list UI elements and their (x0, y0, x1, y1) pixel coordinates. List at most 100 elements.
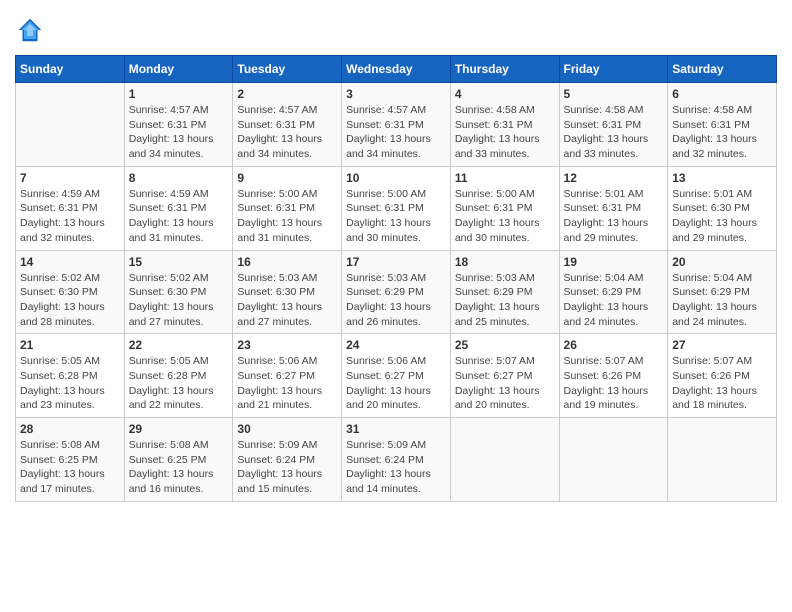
day-number: 30 (237, 422, 337, 436)
day-info: Sunrise: 5:01 AM Sunset: 6:31 PM Dayligh… (564, 187, 664, 246)
calendar-cell: 18 Sunrise: 5:03 AM Sunset: 6:29 PM Dayli… (450, 250, 559, 334)
day-number: 5 (564, 87, 664, 101)
day-info: Sunrise: 5:00 AM Sunset: 6:31 PM Dayligh… (237, 187, 337, 246)
calendar-cell: 12 Sunrise: 5:01 AM Sunset: 6:31 PM Dayli… (559, 166, 668, 250)
day-number: 14 (20, 255, 120, 269)
calendar-cell: 9 Sunrise: 5:00 AM Sunset: 6:31 PM Daylig… (233, 166, 342, 250)
calendar-cell (450, 418, 559, 502)
day-number: 25 (455, 338, 555, 352)
day-info: Sunrise: 4:57 AM Sunset: 6:31 PM Dayligh… (346, 103, 446, 162)
day-info: Sunrise: 5:09 AM Sunset: 6:24 PM Dayligh… (237, 438, 337, 497)
page-header (15, 15, 777, 45)
day-info: Sunrise: 5:07 AM Sunset: 6:27 PM Dayligh… (455, 354, 555, 413)
calendar-cell: 6Sunrise: 4:58 AM Sunset: 6:31 PM Daylig… (668, 83, 777, 167)
day-number: 18 (455, 255, 555, 269)
day-info: Sunrise: 4:57 AM Sunset: 6:31 PM Dayligh… (237, 103, 337, 162)
day-number: 2 (237, 87, 337, 101)
calendar-header: SundayMondayTuesdayWednesdayThursdayFrid… (16, 56, 777, 83)
header-sunday: Sunday (16, 56, 125, 83)
day-info: Sunrise: 5:00 AM Sunset: 6:31 PM Dayligh… (455, 187, 555, 246)
day-number: 31 (346, 422, 446, 436)
calendar-cell: 15Sunrise: 5:02 AM Sunset: 6:30 PM Dayli… (124, 250, 233, 334)
day-info: Sunrise: 4:57 AM Sunset: 6:31 PM Dayligh… (129, 103, 229, 162)
header-thursday: Thursday (450, 56, 559, 83)
day-number: 8 (129, 171, 229, 185)
header-monday: Monday (124, 56, 233, 83)
day-info: Sunrise: 5:08 AM Sunset: 6:25 PM Dayligh… (129, 438, 229, 497)
day-number: 6 (672, 87, 772, 101)
calendar-cell: 22Sunrise: 5:05 AM Sunset: 6:28 PM Dayli… (124, 334, 233, 418)
day-number: 27 (672, 338, 772, 352)
logo-icon (15, 15, 45, 45)
header-row: SundayMondayTuesdayWednesdayThursdayFrid… (16, 56, 777, 83)
calendar-cell: 29Sunrise: 5:08 AM Sunset: 6:25 PM Dayli… (124, 418, 233, 502)
calendar-cell (668, 418, 777, 502)
day-number: 4 (455, 87, 555, 101)
day-number: 13 (672, 171, 772, 185)
day-info: Sunrise: 5:09 AM Sunset: 6:24 PM Dayligh… (346, 438, 446, 497)
day-info: Sunrise: 5:08 AM Sunset: 6:25 PM Dayligh… (20, 438, 120, 497)
calendar-cell: 5 Sunrise: 4:58 AM Sunset: 6:31 PM Daylig… (559, 83, 668, 167)
day-number: 28 (20, 422, 120, 436)
day-number: 19 (564, 255, 664, 269)
day-info: Sunrise: 5:05 AM Sunset: 6:28 PM Dayligh… (20, 354, 120, 413)
day-number: 17 (346, 255, 446, 269)
day-number: 21 (20, 338, 120, 352)
day-number: 3 (346, 87, 446, 101)
calendar-cell: 7Sunrise: 4:59 AM Sunset: 6:31 PM Daylig… (16, 166, 125, 250)
day-info: Sunrise: 5:04 AM Sunset: 6:29 PM Dayligh… (672, 271, 772, 330)
day-number: 11 (455, 171, 555, 185)
day-number: 26 (564, 338, 664, 352)
day-info: Sunrise: 5:02 AM Sunset: 6:30 PM Dayligh… (20, 271, 120, 330)
header-friday: Friday (559, 56, 668, 83)
calendar-cell: 10 Sunrise: 5:00 AM Sunset: 6:31 PM Dayli… (342, 166, 451, 250)
day-info: Sunrise: 5:00 AM Sunset: 6:31 PM Dayligh… (346, 187, 446, 246)
day-info: Sunrise: 4:58 AM Sunset: 6:31 PM Dayligh… (564, 103, 664, 162)
day-info: Sunrise: 4:59 AM Sunset: 6:31 PM Dayligh… (20, 187, 120, 246)
week-row-3: 14 Sunrise: 5:02 AM Sunset: 6:30 PM Dayli… (16, 250, 777, 334)
calendar-cell: 26Sunrise: 5:07 AM Sunset: 6:26 PM Dayli… (559, 334, 668, 418)
calendar-cell: 1 Sunrise: 4:57 AM Sunset: 6:31 PM Daylig… (124, 83, 233, 167)
calendar-cell: 13 Sunrise: 5:01 AM Sunset: 6:30 PM Dayli… (668, 166, 777, 250)
day-info: Sunrise: 5:01 AM Sunset: 6:30 PM Dayligh… (672, 187, 772, 246)
day-info: Sunrise: 5:06 AM Sunset: 6:27 PM Dayligh… (346, 354, 446, 413)
day-info: Sunrise: 5:07 AM Sunset: 6:26 PM Dayligh… (672, 354, 772, 413)
header-tuesday: Tuesday (233, 56, 342, 83)
calendar-cell: 4 Sunrise: 4:58 AM Sunset: 6:31 PM Daylig… (450, 83, 559, 167)
day-info: Sunrise: 5:03 AM Sunset: 6:30 PM Dayligh… (237, 271, 337, 330)
calendar-cell: 16 Sunrise: 5:03 AM Sunset: 6:30 PM Dayli… (233, 250, 342, 334)
day-info: Sunrise: 5:06 AM Sunset: 6:27 PM Dayligh… (237, 354, 337, 413)
calendar-cell: 21 Sunrise: 5:05 AM Sunset: 6:28 PM Dayli… (16, 334, 125, 418)
day-info: Sunrise: 5:03 AM Sunset: 6:29 PM Dayligh… (346, 271, 446, 330)
day-number: 16 (237, 255, 337, 269)
calendar-cell: 2 Sunrise: 4:57 AM Sunset: 6:31 PM Daylig… (233, 83, 342, 167)
day-info: Sunrise: 4:59 AM Sunset: 6:31 PM Dayligh… (129, 187, 229, 246)
week-row-1: 1 Sunrise: 4:57 AM Sunset: 6:31 PM Daylig… (16, 83, 777, 167)
day-info: Sunrise: 5:02 AM Sunset: 6:30 PM Dayligh… (129, 271, 229, 330)
header-wednesday: Wednesday (342, 56, 451, 83)
calendar-cell: 8 Sunrise: 4:59 AM Sunset: 6:31 PM Daylig… (124, 166, 233, 250)
calendar-cell: 27 Sunrise: 5:07 AM Sunset: 6:26 PM Dayli… (668, 334, 777, 418)
calendar-cell: 17 Sunrise: 5:03 AM Sunset: 6:29 PM Dayli… (342, 250, 451, 334)
day-number: 12 (564, 171, 664, 185)
day-info: Sunrise: 5:04 AM Sunset: 6:29 PM Dayligh… (564, 271, 664, 330)
calendar-cell (559, 418, 668, 502)
day-number: 9 (237, 171, 337, 185)
calendar-cell: 14 Sunrise: 5:02 AM Sunset: 6:30 PM Dayli… (16, 250, 125, 334)
calendar-cell: 3 Sunrise: 4:57 AM Sunset: 6:31 PM Daylig… (342, 83, 451, 167)
day-number: 20 (672, 255, 772, 269)
calendar-cell: 23Sunrise: 5:06 AM Sunset: 6:27 PM Dayli… (233, 334, 342, 418)
week-row-5: 28 Sunrise: 5:08 AM Sunset: 6:25 PM Dayli… (16, 418, 777, 502)
day-number: 1 (129, 87, 229, 101)
calendar-cell: 19 Sunrise: 5:04 AM Sunset: 6:29 PM Dayli… (559, 250, 668, 334)
week-row-2: 7Sunrise: 4:59 AM Sunset: 6:31 PM Daylig… (16, 166, 777, 250)
day-info: Sunrise: 5:03 AM Sunset: 6:29 PM Dayligh… (455, 271, 555, 330)
logo[interactable] (15, 15, 49, 45)
calendar-cell: 11 Sunrise: 5:00 AM Sunset: 6:31 PM Dayli… (450, 166, 559, 250)
calendar-cell: 24Sunrise: 5:06 AM Sunset: 6:27 PM Dayli… (342, 334, 451, 418)
day-number: 10 (346, 171, 446, 185)
day-info: Sunrise: 5:05 AM Sunset: 6:28 PM Dayligh… (129, 354, 229, 413)
day-info: Sunrise: 4:58 AM Sunset: 6:31 PM Dayligh… (455, 103, 555, 162)
calendar-cell: 25 Sunrise: 5:07 AM Sunset: 6:27 PM Dayli… (450, 334, 559, 418)
header-saturday: Saturday (668, 56, 777, 83)
